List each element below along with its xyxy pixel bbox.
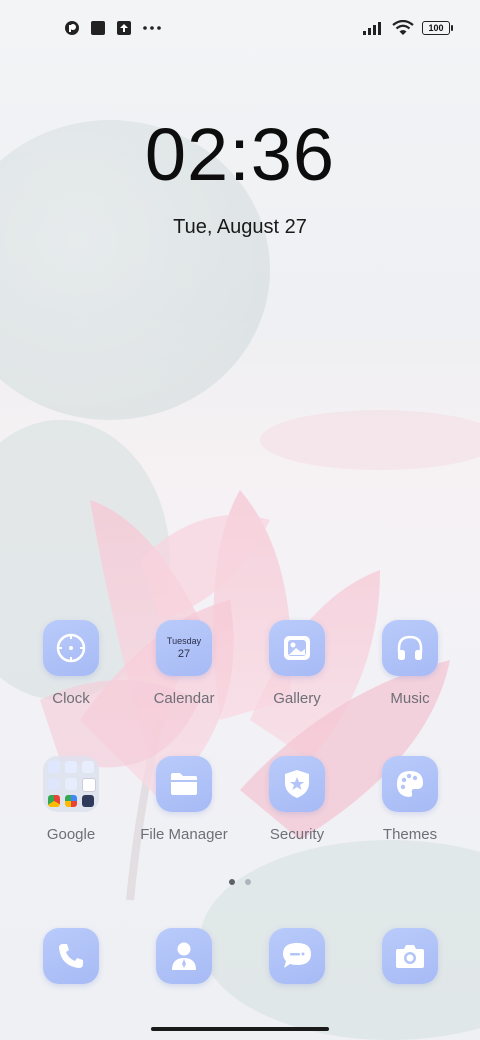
play-store-icon <box>82 795 94 807</box>
google-folder-icon[interactable] <box>43 756 99 812</box>
page-dot-1[interactable] <box>229 879 235 885</box>
app-folder-google[interactable]: Google <box>16 756 126 843</box>
search-icon <box>82 761 94 773</box>
maps-icon <box>82 778 96 792</box>
system-icons: 100 <box>362 20 453 36</box>
photos-icon <box>65 795 77 807</box>
shield-icon[interactable] <box>269 756 325 812</box>
google-app-icon <box>48 761 60 773</box>
notification-icons <box>64 20 162 36</box>
upload-notification-icon <box>116 20 132 36</box>
app-label-themes: Themes <box>382 826 438 843</box>
palette-icon[interactable] <box>382 756 438 812</box>
app-label-calendar: Calendar <box>153 690 215 707</box>
home-indicator[interactable] <box>151 1027 329 1031</box>
battery-indicator: 100 <box>422 21 453 35</box>
app-clock[interactable]: Clock <box>16 620 126 707</box>
page-dot-2[interactable] <box>245 879 251 885</box>
wifi-icon <box>392 20 414 36</box>
signal-bars-icon <box>362 21 384 35</box>
app-label-security: Security <box>269 826 325 843</box>
app-music[interactable]: Music <box>355 620 465 707</box>
gmail-icon <box>65 778 77 790</box>
contact-icon[interactable] <box>156 928 212 984</box>
message-icon[interactable] <box>269 928 325 984</box>
dock-phone[interactable] <box>43 928 99 984</box>
chrome-icon <box>48 795 60 807</box>
status-bar: 100 <box>0 0 480 56</box>
clock-time[interactable]: 02:36 <box>0 112 480 197</box>
clock-date[interactable]: Tue, August 27 <box>0 216 480 239</box>
calendar-day: Tuesday <box>166 636 202 646</box>
square-notification-icon <box>90 20 106 36</box>
camera-icon[interactable] <box>382 928 438 984</box>
folder-app-icon <box>65 761 77 773</box>
gallery-icon[interactable] <box>269 620 325 676</box>
clock-icon[interactable] <box>43 620 99 676</box>
app-gallery[interactable]: Gallery <box>242 620 352 707</box>
app-label-gallery: Gallery <box>273 690 321 707</box>
calendar-icon[interactable]: Tuesday 27 <box>156 620 212 676</box>
app-label-clock: Clock <box>52 690 90 707</box>
dock-messages[interactable] <box>269 928 325 984</box>
folder-icon[interactable] <box>156 756 212 812</box>
dock-contacts[interactable] <box>156 928 212 984</box>
calendar-date: 27 <box>177 648 191 660</box>
more-notifications-icon <box>142 20 162 36</box>
dock-camera[interactable] <box>382 928 438 984</box>
app-notification-icon <box>64 20 80 36</box>
phone-icon[interactable] <box>43 928 99 984</box>
youtube-icon <box>48 778 60 790</box>
app-themes[interactable]: Themes <box>355 756 465 843</box>
app-label-file-manager: File Manager <box>140 826 228 843</box>
page-indicator[interactable] <box>0 879 480 885</box>
app-file-manager[interactable]: File Manager <box>129 756 239 843</box>
app-calendar[interactable]: Tuesday 27 Calendar <box>129 620 239 707</box>
app-security[interactable]: Security <box>242 756 352 843</box>
app-label-google: Google <box>46 826 96 843</box>
app-label-music: Music <box>390 690 430 707</box>
headphones-icon[interactable] <box>382 620 438 676</box>
